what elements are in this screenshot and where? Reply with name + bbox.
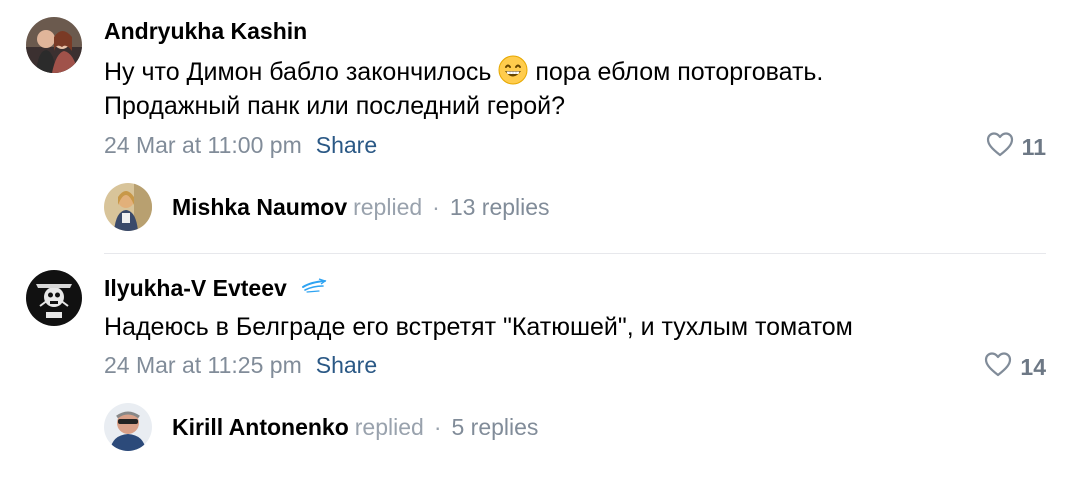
like-count: 14 [1020, 353, 1046, 380]
author-avatar[interactable] [26, 270, 82, 326]
share-link[interactable]: Share [316, 132, 377, 158]
reply-verb: replied [353, 193, 423, 220]
separator-dot: · [433, 413, 442, 440]
heart-icon [986, 131, 1014, 163]
replies-thread[interactable]: Mishka Naumov replied · 13 replies [104, 183, 550, 231]
comment-date[interactable]: 24 Mar at 11:25 pm [104, 352, 302, 378]
comment-meta: 24 Mar at 11:00 pm Share [104, 132, 377, 159]
like-button[interactable]: 11 [986, 131, 1046, 163]
author-avatar[interactable] [26, 17, 82, 73]
comment-text-line2: Продажный панк или последний герой? [104, 92, 566, 120]
reply-author-name[interactable]: Mishka Naumov [172, 194, 347, 221]
share-link[interactable]: Share [316, 352, 377, 378]
like-button[interactable]: 14 [984, 351, 1046, 383]
reply-avatar[interactable] [104, 403, 152, 451]
reply-count[interactable]: 5 replies [451, 414, 538, 441]
reply-avatar[interactable] [104, 183, 152, 231]
author-name-text: Ilyukha-V Evteev [104, 275, 287, 301]
grinning-face-emoji-icon [498, 55, 528, 85]
replies-thread[interactable]: Kirill Antonenko replied · 5 replies [104, 403, 538, 451]
comment-date[interactable]: 24 Mar at 11:00 pm [104, 132, 302, 158]
heart-icon [984, 351, 1012, 383]
reply-count[interactable]: 13 replies [450, 194, 550, 221]
separator-dot: · [432, 193, 440, 220]
like-count: 11 [1021, 133, 1046, 160]
reply-author-name[interactable]: Kirill Antonenko [172, 414, 349, 441]
author-name[interactable]: Ilyukha-V Evteev [104, 273, 327, 302]
comment-text: Ну что Димон бабло закончилось пора ебло… [104, 55, 823, 89]
comment-text: Надеюсь в Белграде его встретят "Катюшей… [104, 313, 853, 341]
author-name[interactable]: Andryukha Kashin [104, 18, 307, 45]
comment-text-part: Ну что Димон бабло закончилось [104, 58, 492, 86]
comment-text-part: пора еблом поторговать. [535, 58, 824, 86]
comment-meta: 24 Mar at 11:25 pm Share [104, 352, 377, 379]
reply-verb: replied [354, 413, 424, 440]
zenit-badge-icon [301, 273, 327, 300]
comment-divider [104, 253, 1046, 254]
